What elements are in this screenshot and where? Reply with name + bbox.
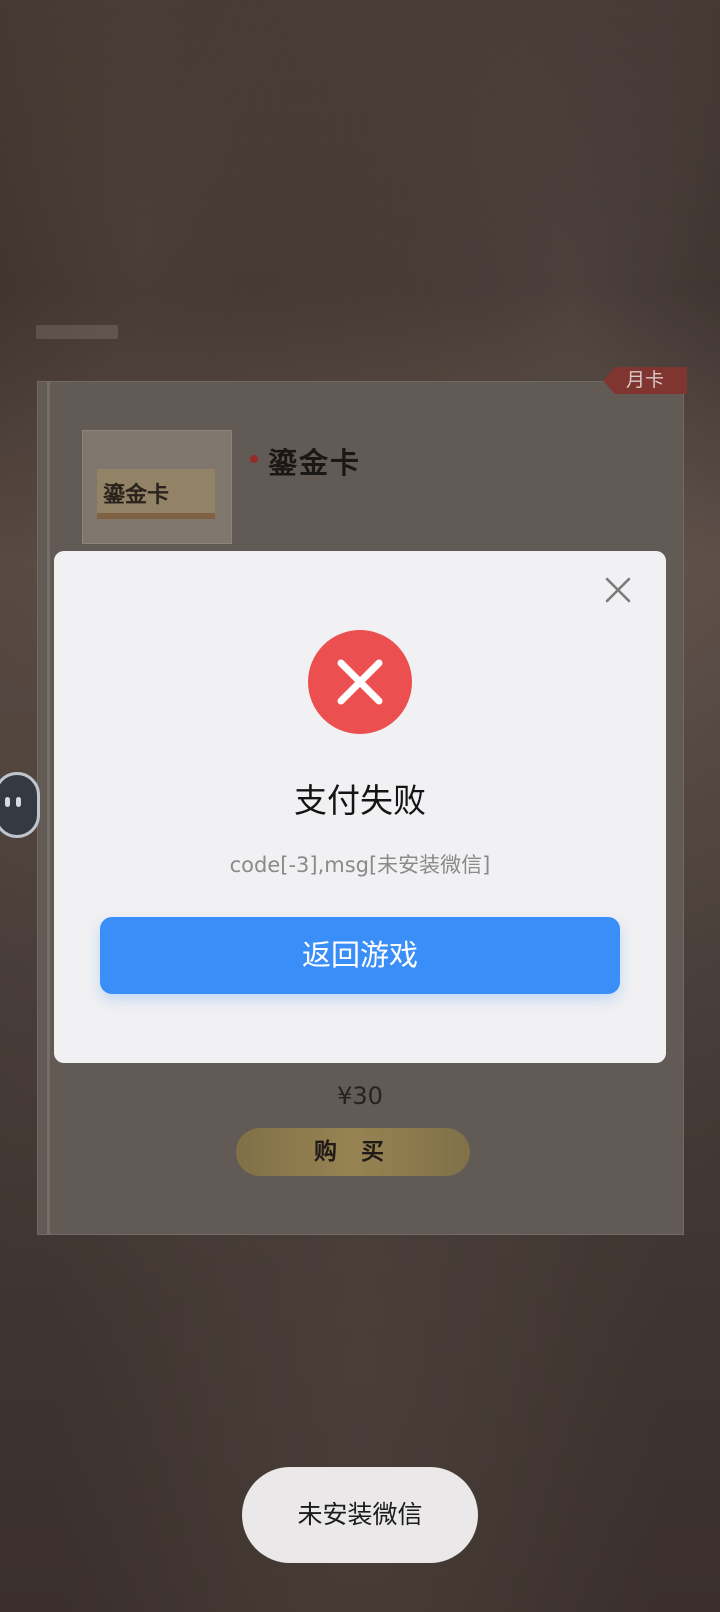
- error-icon: [308, 630, 412, 734]
- dialog-error-message: code[-3],msg[未安装微信]: [229, 853, 491, 877]
- dialog-title: 支付失败: [294, 781, 426, 820]
- return-to-game-button[interactable]: 返回游戏: [100, 917, 620, 994]
- close-button[interactable]: [598, 570, 638, 610]
- close-icon: [605, 577, 631, 603]
- cross-icon: [337, 659, 383, 705]
- toast-message: 未安装微信: [242, 1467, 478, 1563]
